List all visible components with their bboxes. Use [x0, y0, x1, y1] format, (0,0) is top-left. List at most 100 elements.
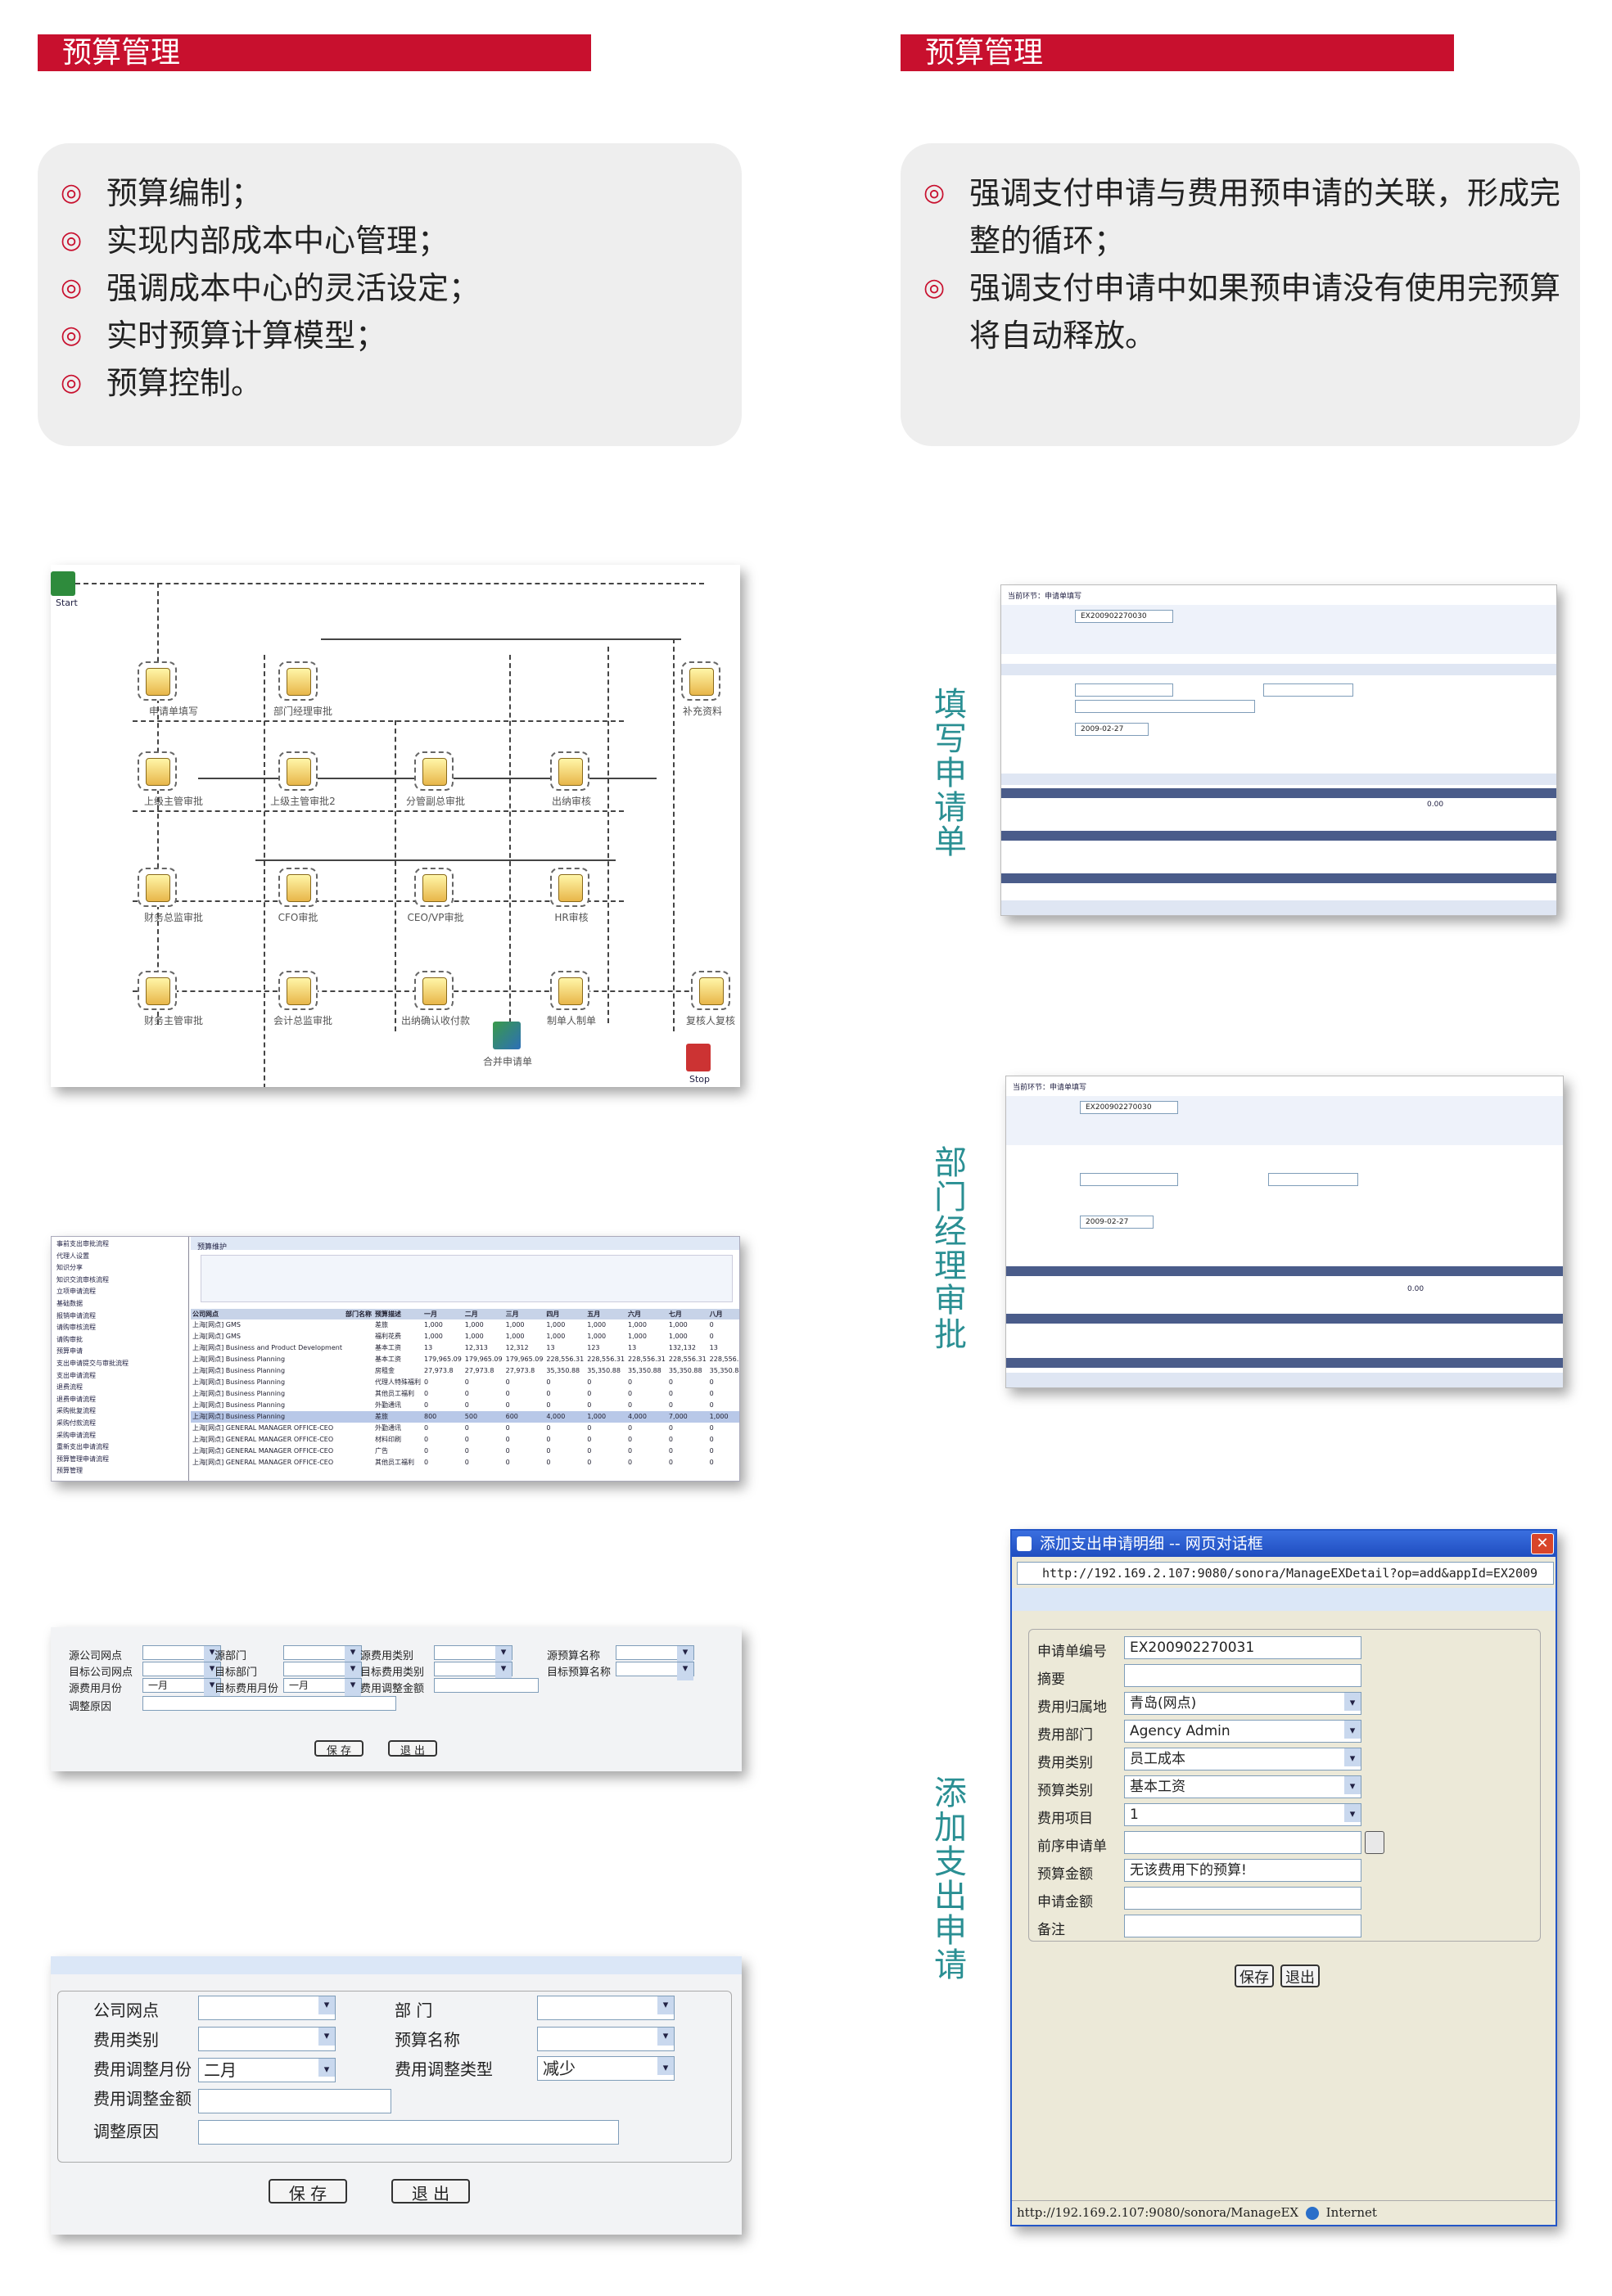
column-header[interactable]: 部门名称 [343, 1309, 373, 1319]
doc-no-field[interactable]: EX200902270030 [1075, 610, 1173, 623]
save-button[interactable]: 保 存 [269, 2179, 347, 2204]
transfer-field[interactable] [283, 1645, 362, 1664]
bank-field[interactable] [1263, 683, 1353, 697]
date-field[interactable]: 2009-02-27 [1080, 1216, 1154, 1229]
bank-field[interactable] [1268, 1173, 1358, 1186]
field-input[interactable] [1124, 1915, 1361, 1937]
table-row[interactable]: 上海[网点] GENERAL MANAGER OFFICE-CEO 广告 0 0 0 0 0… [191, 1446, 739, 1457]
field-input[interactable]: Agency Admin [1124, 1720, 1361, 1743]
transfer-field[interactable]: 一月 [142, 1678, 221, 1697]
field-input[interactable]: 无该费用下的预算! [1124, 1859, 1361, 1882]
field-input[interactable]: 青岛(网点) [1124, 1692, 1361, 1715]
field-input[interactable]: 1 [1124, 1803, 1361, 1826]
tree-item[interactable]: 退费申请流程 [56, 1394, 96, 1405]
dialog-title: 添加支出申请明细 -- 网页对话框 [1012, 1531, 1556, 1557]
transfer-field[interactable] [434, 1678, 539, 1693]
tree-item[interactable]: 预算管理 [56, 1465, 83, 1476]
table-row[interactable]: 上海[网点] Business Planning 房租金 27,973.8 27,97… [191, 1365, 739, 1377]
doc-no-field[interactable]: EX200902270030 [1080, 1101, 1178, 1114]
table-row[interactable]: 上海[网点] GMS 差旅 1,000 1,000 1,000 1,000 1,000 1,0… [191, 1319, 739, 1331]
tree-item[interactable]: 采购批复流程 [56, 1405, 96, 1416]
bank-name-field[interactable] [1075, 700, 1255, 713]
field-input[interactable] [1124, 1887, 1361, 1910]
table-cell [344, 1331, 373, 1342]
column-header[interactable]: 八月 [707, 1309, 739, 1319]
close-icon[interactable]: ✕ [1531, 1533, 1554, 1554]
table-row[interactable]: 上海[网点] Business Planning 差旅 800 500 600 4,000… [191, 1411, 739, 1423]
field-input[interactable] [1124, 1831, 1361, 1854]
transfer-field[interactable] [616, 1662, 694, 1680]
transfer-field[interactable]: 一月 [283, 1678, 362, 1697]
table-row[interactable]: 上海[网点] Business and Product Development 基… [191, 1342, 739, 1354]
column-header[interactable]: 公司网点 [191, 1309, 344, 1319]
save-button[interactable]: 保 存 [314, 1740, 363, 1757]
payee-field[interactable] [1080, 1173, 1178, 1186]
tree-item[interactable]: 请购审批 [56, 1334, 83, 1345]
table-cell: 0 [505, 1390, 510, 1397]
tree-item[interactable]: 退费流程 [56, 1382, 83, 1392]
tree-item[interactable]: 知识交流审核流程 [56, 1274, 109, 1285]
dialog-save-button[interactable]: 保存 [1235, 1964, 1274, 1987]
dialog-exit-button[interactable]: 退出 [1280, 1964, 1320, 1987]
tree-item[interactable]: 预算申请 [56, 1346, 83, 1356]
table-row[interactable]: 上海[网点] Business Planning 代理人特殊福利 0 0 0 0 0 0 0 0 [191, 1377, 739, 1388]
company-select[interactable] [198, 1996, 336, 2020]
field-input[interactable]: 员工成本 [1124, 1748, 1361, 1770]
tree-item[interactable]: 预算管理申请流程 [56, 1454, 109, 1464]
transfer-label: 源部门 [214, 1650, 247, 1662]
field-input[interactable]: EX200902270031 [1124, 1636, 1361, 1659]
lookup-icon[interactable] [1365, 1831, 1384, 1854]
tree-item[interactable]: 知识分享 [56, 1262, 83, 1273]
table-row[interactable]: 上海[网点] GENERAL MANAGER OFFICE-CEO 材料印刷 0 0 0… [191, 1434, 739, 1446]
tree-item[interactable]: 支出申请流程 [56, 1370, 96, 1381]
table-row[interactable]: 上海[网点] Business Planning 其他员工福利 0 0 0 0 0 0 0 0 [191, 1388, 739, 1400]
column-header[interactable]: 四月 [544, 1309, 586, 1319]
expense-category-select[interactable] [198, 2027, 336, 2051]
adjust-amount-input[interactable] [198, 2089, 391, 2113]
exit-button[interactable]: 退 出 [388, 1740, 437, 1757]
column-header[interactable]: 六月 [626, 1309, 667, 1319]
exit-button[interactable]: 退 出 [391, 2179, 470, 2204]
transfer-field[interactable] [283, 1662, 362, 1680]
transfer-field[interactable] [142, 1662, 221, 1680]
tree-item[interactable]: 报销申请流程 [56, 1310, 96, 1321]
transfer-field[interactable] [434, 1645, 512, 1664]
column-header[interactable]: 五月 [585, 1309, 627, 1319]
date-field[interactable]: 2009-02-27 [1075, 723, 1149, 736]
field-input[interactable] [1124, 1664, 1361, 1687]
table-row[interactable]: 上海[网点] GENERAL MANAGER OFFICE-CEO 外勤通讯 0 0 0… [191, 1423, 739, 1434]
transfer-label: 目标费用月份 [214, 1683, 279, 1695]
transfer-field[interactable] [142, 1696, 396, 1711]
field-input[interactable]: 基本工资 [1124, 1775, 1361, 1798]
transfer-field[interactable] [434, 1662, 512, 1680]
column-header[interactable]: 七月 [666, 1309, 708, 1319]
adjust-reason-input[interactable] [198, 2120, 619, 2145]
tree-item[interactable]: 请购审核流程 [56, 1322, 96, 1333]
address-bar[interactable]: http://192.169.2.107:9080/sonora/ManageE… [1017, 1562, 1554, 1585]
table-row[interactable]: 上海[网点] GMS 福利花费 1,000 1,000 1,000 1,000 1,000 1… [191, 1331, 739, 1342]
table-row[interactable]: 上海[网点] Business Planning 基本工资 179,965.09 17… [191, 1354, 739, 1365]
adjust-month-select[interactable]: 二月 [198, 2058, 336, 2082]
node-label: 会计总监审批 [273, 1015, 333, 1026]
tree-item[interactable]: 采购付款流程 [56, 1418, 96, 1428]
column-header[interactable]: 三月 [503, 1309, 545, 1319]
transfer-field[interactable] [142, 1645, 221, 1664]
department-select[interactable] [537, 1996, 675, 2020]
column-header[interactable]: 一月 [422, 1309, 463, 1319]
column-header[interactable]: 二月 [463, 1309, 504, 1319]
tree-item[interactable]: 事前支出审批流程 [56, 1238, 109, 1249]
tree-item[interactable]: 代理人设置 [56, 1251, 89, 1261]
tree-item[interactable]: 立项申请流程 [56, 1286, 96, 1297]
adjust-type-select[interactable]: 减少 [537, 2056, 675, 2081]
tree-item[interactable]: 重新支出申请流程 [56, 1441, 109, 1452]
payee-field[interactable] [1075, 683, 1173, 697]
tree-item[interactable]: 采购申请流程 [56, 1430, 96, 1441]
transfer-field[interactable] [616, 1645, 694, 1664]
table-row[interactable]: 上海[网点] Business Planning 外勤通讯 0 0 0 0 0 0 0 0 [191, 1400, 739, 1411]
tree-item[interactable]: 支出申请提交与审批流程 [56, 1358, 129, 1369]
table-row[interactable]: 上海[网点] GENERAL MANAGER OFFICE-CEO 其他员工福利 0… [191, 1457, 739, 1468]
budget-name-select[interactable] [537, 2027, 675, 2051]
transfer-label: 源预算名称 [547, 1650, 601, 1662]
tree-item[interactable]: 基础数据 [56, 1298, 83, 1309]
column-header[interactable]: 预算描述 [373, 1309, 422, 1319]
